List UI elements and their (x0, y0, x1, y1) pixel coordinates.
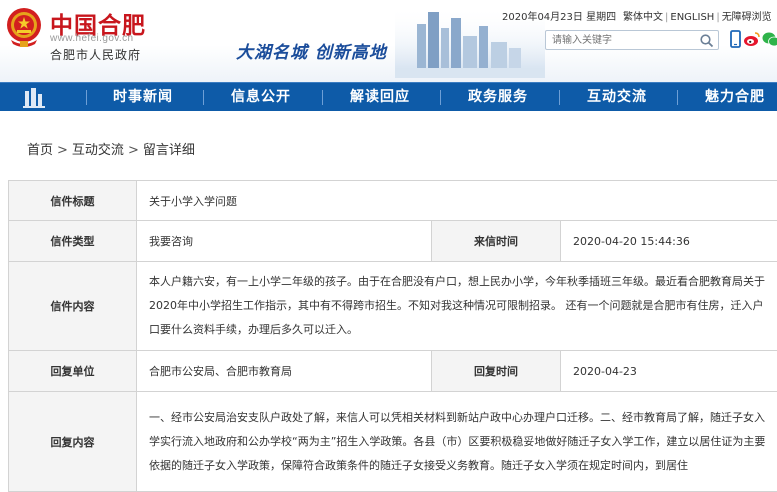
received-time-label: 来信时间 (432, 221, 561, 262)
top-links: 繁体中文|ENGLISH|无障碍浏览 (623, 8, 772, 23)
letter-type-label: 信件类型 (9, 221, 137, 262)
link-separator: | (716, 12, 719, 23)
nav-divider (86, 90, 87, 105)
nav-item-gov-services[interactable]: 政务服务 (468, 83, 528, 112)
main-nav: 时事新闻 信息公开 解读回应 政务服务 互动交流 魅力合肥 (0, 82, 777, 111)
nav-item-interaction[interactable]: 互动交流 (587, 83, 647, 112)
mobile-icon[interactable] (726, 30, 744, 48)
search-box (545, 30, 719, 50)
nav-divider (203, 90, 204, 105)
letter-title-value: 关于小学入学问题 (137, 181, 777, 221)
breadcrumb: 首页 > 互动交流 > 留言详细 (27, 139, 195, 158)
table-row: 信件类型 我要咨询 来信时间 2020-04-20 15:44:36 (9, 221, 777, 262)
reply-time-label: 回复时间 (432, 351, 561, 392)
breadcrumb-current: 留言详细 (143, 143, 195, 158)
table-row: 回复单位 合肥市公安局、合肥市教育局 回复时间 2020-04-23 (9, 351, 777, 392)
search-input[interactable] (552, 33, 697, 48)
letter-type-value: 我要咨询 (137, 221, 432, 262)
breadcrumb-separator: > (57, 143, 68, 158)
link-separator: | (665, 12, 668, 23)
table-row: 信件内容 本人户籍六安，有一上小学二年级的孩子。由于在合肥没有户口，想上民办小学… (9, 262, 777, 351)
letter-content-label: 信件内容 (9, 262, 137, 351)
traditional-chinese-link[interactable]: 繁体中文 (623, 12, 663, 23)
breadcrumb-home[interactable]: 首页 (27, 143, 53, 158)
national-emblem-icon[interactable] (5, 6, 43, 50)
reply-content-label: 回复内容 (9, 392, 137, 492)
breadcrumb-interaction[interactable]: 互动交流 (72, 143, 124, 158)
reply-time-value: 2020-04-23 (561, 351, 777, 392)
site-header: 中国合肥 www.hefei.gov.cn 合肥市人民政府 大湖名城 创新高地 … (0, 0, 777, 82)
table-row: 信件标题 关于小学入学问题 (9, 181, 777, 221)
search-icon[interactable] (699, 33, 715, 48)
reply-unit-value: 合肥市公安局、合肥市教育局 (137, 351, 432, 392)
table-row: 回复内容 一、经市公安局治安支队户政处了解，来信人可以凭相关材料到新站户政中心办… (9, 392, 777, 492)
accessibility-link[interactable]: 无障碍浏览 (722, 12, 772, 23)
english-link[interactable]: ENGLISH (670, 12, 714, 23)
nav-divider (559, 90, 560, 105)
breadcrumb-separator: > (128, 143, 139, 158)
letter-title-label: 信件标题 (9, 181, 137, 221)
site-logo-subtitle: 合肥市人民政府 (50, 46, 141, 63)
site-logo-url: www.hefei.gov.cn (50, 33, 133, 44)
header-slogan: 大湖名城 创新高地 (236, 38, 387, 63)
nav-divider (440, 90, 441, 105)
nav-item-charm-hefei[interactable]: 魅力合肥 (705, 83, 765, 112)
nav-item-news[interactable]: 时事新闻 (113, 83, 173, 112)
letter-content-value: 本人户籍六安，有一上小学二年级的孩子。由于在合肥没有户口，想上民办小学，今年秋季… (137, 262, 777, 351)
wechat-icon[interactable] (762, 30, 777, 48)
reply-content-value: 一、经市公安局治安支队户政处了解，来信人可以凭相关材料到新站户政中心办理户口迁移… (137, 392, 777, 492)
nav-divider (677, 90, 678, 105)
current-date: 2020年04月23日 星期四 (502, 8, 616, 23)
nav-item-info-disclosure[interactable]: 信息公开 (231, 83, 291, 112)
nav-divider (322, 90, 323, 105)
home-building-icon[interactable] (22, 87, 46, 108)
weibo-icon[interactable] (743, 30, 761, 48)
nav-item-interpretation[interactable]: 解读回应 (350, 83, 410, 112)
reply-unit-label: 回复单位 (9, 351, 137, 392)
letter-detail-table: 信件标题 关于小学入学问题 信件类型 我要咨询 来信时间 2020-04-20 … (8, 180, 777, 492)
received-time-value: 2020-04-20 15:44:36 (561, 221, 777, 262)
